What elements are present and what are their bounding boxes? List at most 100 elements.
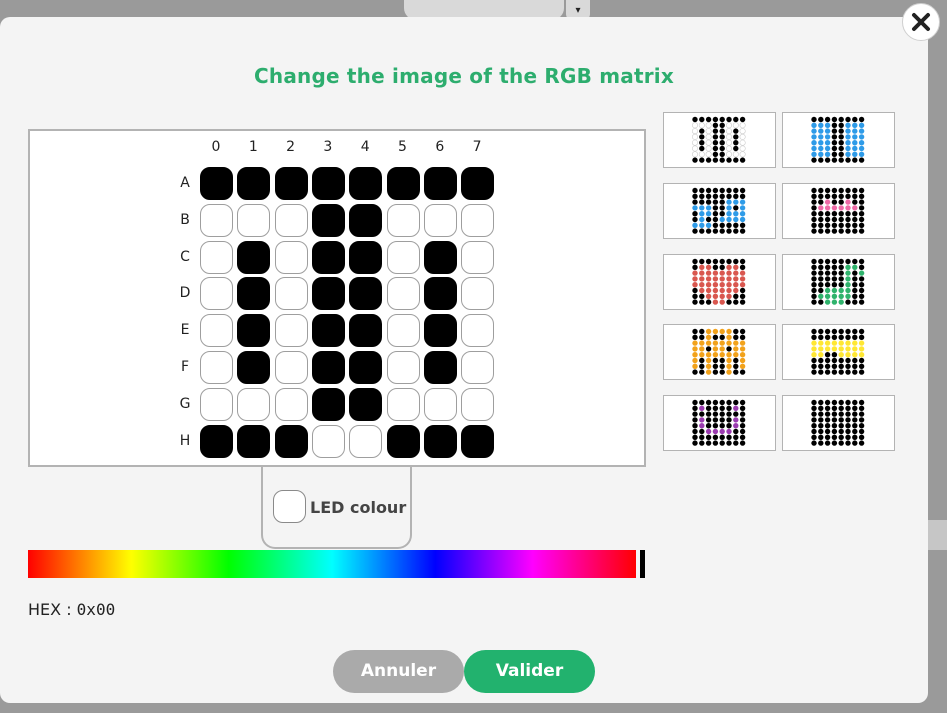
led-E2[interactable] [274,314,308,348]
led-F4[interactable] [349,351,383,384]
led-C5[interactable] [386,240,420,274]
led-C6[interactable] [423,240,457,274]
preset-pixel [831,357,838,364]
preset-pixel [733,128,739,134]
led-G3[interactable] [311,387,345,421]
preset-yellow-band[interactable] [782,324,895,380]
preset-pixel [858,293,865,299]
led-A2[interactable] [274,167,308,200]
preset-pixel [712,157,719,163]
led-E3[interactable] [311,314,345,348]
led-B0[interactable] [200,203,233,237]
preset-pixel [733,428,739,435]
preset-note[interactable] [782,254,895,310]
led-F1[interactable] [237,351,271,384]
preset-blue-pattern[interactable] [663,183,776,239]
led-E7[interactable] [461,314,495,348]
led-E0[interactable] [200,314,233,348]
led-G5[interactable] [386,387,420,421]
preset-pixel [692,299,698,305]
led-B3[interactable] [311,203,345,237]
preset-heart[interactable] [663,254,776,310]
led-E5[interactable] [386,314,420,348]
preset-pixel [824,334,831,340]
led-H7[interactable] [461,424,495,458]
led-F2[interactable] [274,351,308,384]
preset-pixel [699,440,705,446]
led-B4[interactable] [349,203,383,237]
led-G1[interactable] [237,387,271,421]
preset-blue-bars[interactable] [782,112,895,168]
led-F6[interactable] [423,351,457,384]
close-button[interactable] [902,3,940,41]
preset-pixel [692,205,698,211]
led-H5[interactable] [386,424,420,458]
led-G7[interactable] [461,387,495,421]
preset-pixel [691,151,699,158]
led-A3[interactable] [311,167,345,200]
preset-pink-face[interactable] [782,183,895,239]
led-F3[interactable] [311,351,345,384]
led-B2[interactable] [274,203,308,237]
preset-pixel [733,216,739,223]
led-H3[interactable] [311,424,345,458]
preset-orange-invader[interactable] [663,324,776,380]
led-G0[interactable] [200,387,233,421]
led-D5[interactable] [386,277,420,311]
led-H6[interactable] [423,424,457,458]
led-B1[interactable] [237,203,271,237]
led-A6[interactable] [423,167,457,200]
preset-pixel [733,334,739,340]
led-F7[interactable] [461,351,495,384]
led-H1[interactable] [237,424,271,458]
led-D0[interactable] [200,277,233,311]
led-D1[interactable] [237,277,271,311]
led-D4[interactable] [349,277,383,311]
led-G6[interactable] [423,387,457,421]
led-A1[interactable] [237,167,271,200]
preset-pixel [838,428,844,435]
preset-pixel [845,299,851,305]
led-D3[interactable] [311,277,345,311]
preset-pixel [845,282,851,288]
led-H0[interactable] [200,424,233,458]
led-F0[interactable] [200,351,233,384]
led-C1[interactable] [237,240,271,274]
led-A7[interactable] [461,167,495,200]
led-C7[interactable] [461,240,495,274]
validate-button[interactable]: Valider [464,650,595,693]
preset-blank[interactable] [782,395,895,451]
preset-purple-smile[interactable] [663,395,776,451]
led-D2[interactable] [274,277,308,311]
led-G4[interactable] [349,387,383,421]
led-C3[interactable] [311,240,345,274]
cancel-button[interactable]: Annuler [333,650,464,693]
led-colour-swatch[interactable] [273,490,306,523]
preset-pixel [824,282,831,288]
preset-bars[interactable] [663,112,776,168]
preset-pixel [705,139,712,146]
led-C2[interactable] [274,240,308,274]
led-D6[interactable] [423,277,457,311]
colour-spectrum-slider[interactable] [28,550,636,578]
led-D7[interactable] [461,277,495,311]
led-H4[interactable] [349,424,383,458]
led-B6[interactable] [423,203,457,237]
led-E6[interactable] [423,314,457,348]
preset-pixel [699,134,705,140]
led-G2[interactable] [274,387,308,421]
preset-pixel [725,122,732,129]
spectrum-slider-handle[interactable] [640,550,645,578]
led-A0[interactable] [200,167,233,200]
led-A5[interactable] [386,167,420,200]
led-E1[interactable] [237,314,271,348]
led-F5[interactable] [386,351,420,384]
led-H2[interactable] [274,424,308,458]
led-C0[interactable] [200,240,233,274]
led-B5[interactable] [386,203,420,237]
led-E4[interactable] [349,314,383,348]
led-C4[interactable] [349,240,383,274]
led-A4[interactable] [349,167,383,200]
led-B7[interactable] [461,203,495,237]
preset-pixel [811,205,817,211]
